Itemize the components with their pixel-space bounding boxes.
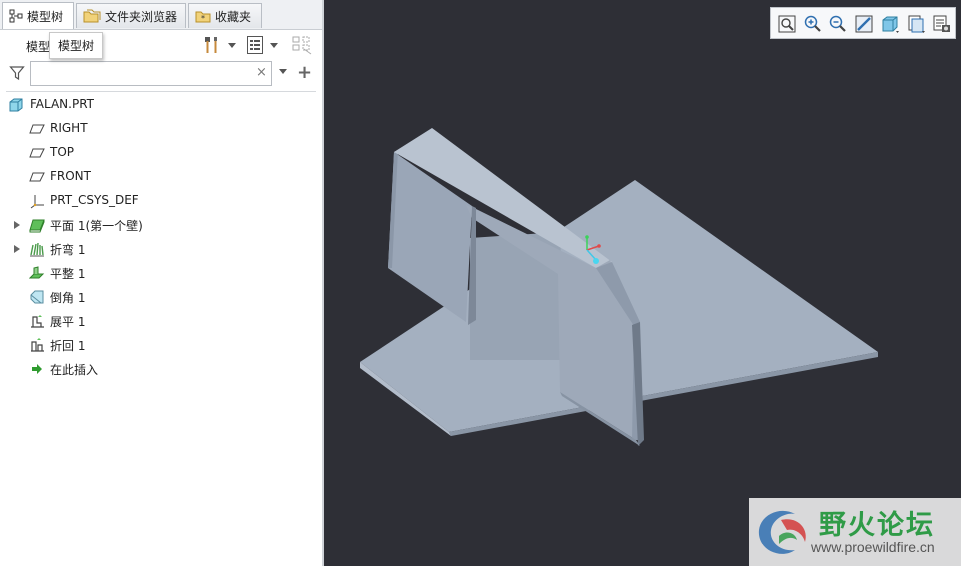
expand-arrow-icon[interactable]: [14, 221, 20, 229]
filter-icon[interactable]: [9, 65, 25, 81]
tools-icon: [202, 35, 222, 55]
insert-here-icon: [29, 361, 45, 377]
chevron-down-icon: [270, 42, 278, 48]
list-icon: [246, 35, 264, 55]
tree-item-label: 展平 1: [50, 315, 86, 329]
tree-item-part[interactable]: FALAN.PRT: [0, 94, 316, 116]
chevron-down-icon: [228, 42, 236, 48]
tree-columns-icon: [292, 35, 312, 55]
refit-icon[interactable]: [777, 14, 797, 34]
unbend-icon: [29, 313, 45, 329]
tab-label: 模型树: [27, 9, 64, 24]
graphics-viewport[interactable]: [324, 0, 961, 566]
tree-item-label: 折回 1: [50, 339, 86, 353]
chamfer-icon: [29, 289, 45, 305]
tree-item-insert-here[interactable]: 在此插入: [0, 358, 316, 380]
add-filter-button[interactable]: +: [297, 62, 312, 83]
tree-item-label: 折弯 1: [50, 243, 86, 257]
left-panel: 模型树 文件夹浏览器 * 收藏夹 模型 模型树 × + FALAN.PRT RI…: [0, 0, 322, 566]
watermark-url: www.proewildfire.cn: [811, 539, 935, 555]
watermark-title: 野火论坛: [819, 510, 935, 541]
tree-item-bend[interactable]: 折弯 1: [0, 238, 316, 260]
model-label: 模型: [26, 40, 51, 54]
tooltip-text: 模型树: [57, 39, 94, 53]
tree-item-label: 平面 1(第一个壁): [50, 219, 143, 233]
tree-filter-settings-button[interactable]: [292, 34, 312, 56]
bend-back-icon: [29, 337, 45, 353]
tree-item-label: FALAN.PRT: [30, 97, 95, 111]
svg-text:*: *: [201, 14, 205, 23]
folder-icon: [83, 8, 101, 24]
sheetmetal-model: [360, 128, 878, 446]
expand-arrow-icon[interactable]: [14, 245, 20, 253]
tree-item-planar-wall[interactable]: 平面 1(第一个壁): [0, 214, 316, 236]
tree-item-front-plane[interactable]: FRONT: [0, 166, 316, 188]
tree-item-bend-back[interactable]: 折回 1: [0, 334, 316, 356]
tree-item-label: 平整 1: [50, 267, 86, 281]
search-input[interactable]: [30, 61, 272, 86]
tree-item-top-plane[interactable]: TOP: [0, 142, 316, 164]
view-manager-icon[interactable]: [932, 14, 952, 34]
favorites-icon: *: [195, 8, 211, 24]
chevron-down-icon: [279, 69, 287, 74]
tab-label: 文件夹浏览器: [105, 9, 178, 24]
tree-item-chamfer[interactable]: 倒角 1: [0, 286, 316, 308]
settings-dropdown-button[interactable]: [202, 34, 236, 56]
display-style-icon[interactable]: [880, 14, 900, 34]
saved-views-icon[interactable]: [906, 14, 926, 34]
divider: [6, 91, 316, 92]
tab-strip: 模型树 文件夹浏览器 * 收藏夹: [0, 0, 322, 30]
filter-dropdown-button[interactable]: [276, 69, 287, 74]
tab-model-tree[interactable]: 模型树: [2, 2, 74, 29]
tree-icon: [9, 9, 23, 23]
tree-item-csys[interactable]: PRT_CSYS_DEF: [0, 190, 316, 212]
show-dropdown-button[interactable]: [246, 34, 278, 56]
watermark-logo-icon: [758, 510, 806, 554]
tree-item-label: 倒角 1: [50, 291, 86, 305]
tree-item-label: FRONT: [50, 169, 91, 183]
tree-item-right-plane[interactable]: RIGHT: [0, 118, 316, 140]
tab-folder-browser[interactable]: 文件夹浏览器: [76, 3, 186, 28]
planar-wall-icon: [29, 217, 45, 233]
tree-item-flatten[interactable]: 平整 1: [0, 262, 316, 284]
tree-item-label: RIGHT: [50, 121, 88, 135]
bend-icon: [29, 241, 45, 257]
tab-label: 收藏夹: [215, 9, 252, 24]
part-icon: [8, 97, 24, 113]
view-toolbar: [770, 7, 956, 39]
filter-row: × +: [0, 60, 322, 88]
tree-item-label: 在此插入: [50, 363, 99, 377]
datum-plane-icon: [29, 121, 45, 137]
repaint-icon[interactable]: [854, 14, 874, 34]
tab-favorites[interactable]: * 收藏夹: [188, 3, 262, 28]
csys-icon: [29, 193, 45, 209]
tree-item-label: TOP: [50, 145, 75, 159]
zoom-out-icon[interactable]: [828, 14, 848, 34]
watermark: 野火论坛 www.proewildfire.cn: [749, 498, 961, 566]
flatten-icon: [28, 265, 45, 281]
tooltip: 模型树: [49, 32, 103, 59]
clear-icon[interactable]: ×: [256, 65, 267, 80]
tree-item-label: PRT_CSYS_DEF: [50, 193, 139, 207]
zoom-in-icon[interactable]: [803, 14, 823, 34]
tree-item-unbend[interactable]: 展平 1: [0, 310, 316, 332]
datum-plane-icon: [29, 169, 45, 185]
datum-plane-icon: [29, 145, 45, 161]
